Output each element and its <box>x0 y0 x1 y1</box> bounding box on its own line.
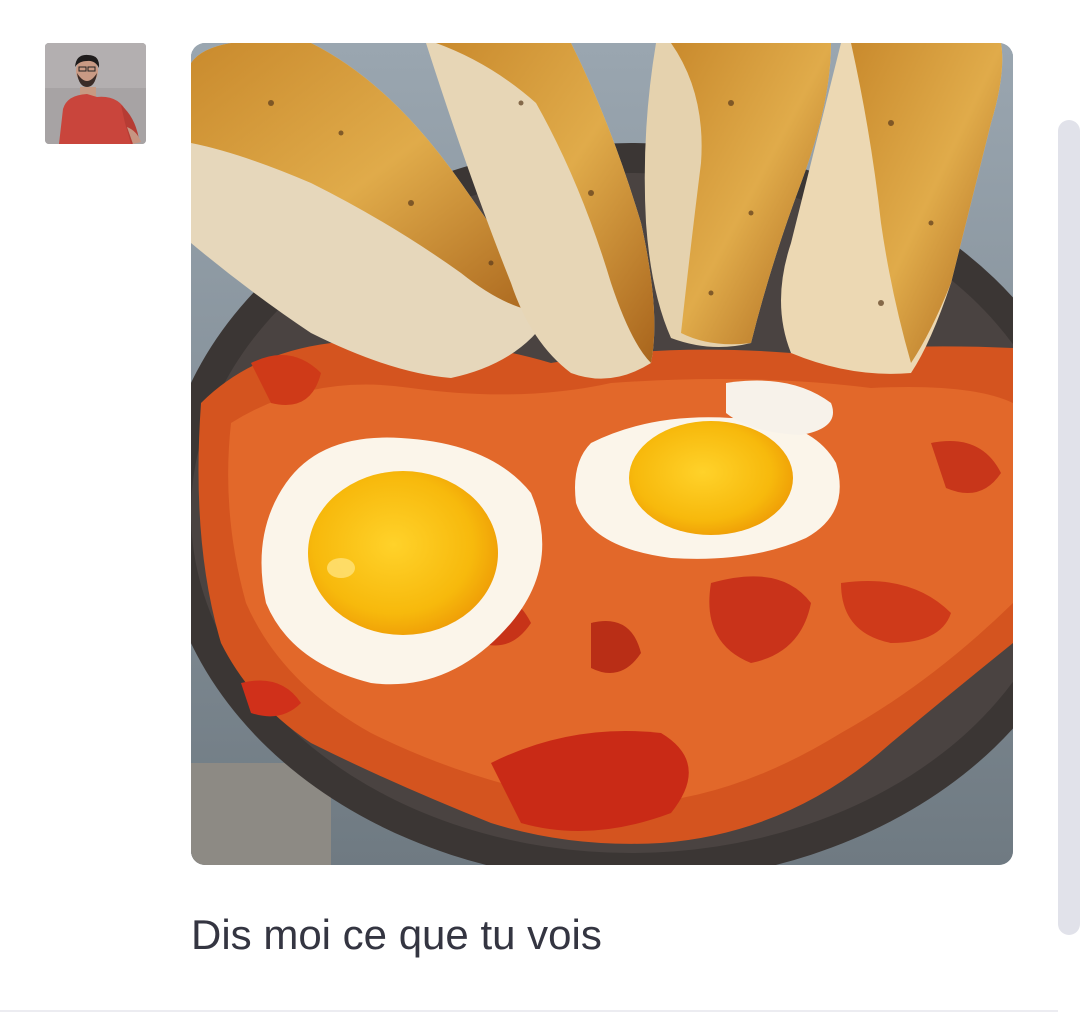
food-photo[interactable] <box>191 43 1013 865</box>
scrollbar-thumb[interactable] <box>1058 120 1080 935</box>
user-avatar <box>45 43 146 144</box>
divider <box>0 1010 1058 1012</box>
scrollbar[interactable] <box>1058 120 1080 935</box>
message-text: Dis moi ce que tu vois <box>191 911 602 958</box>
food-photo-image <box>191 43 1013 865</box>
avatar-image <box>45 43 146 144</box>
